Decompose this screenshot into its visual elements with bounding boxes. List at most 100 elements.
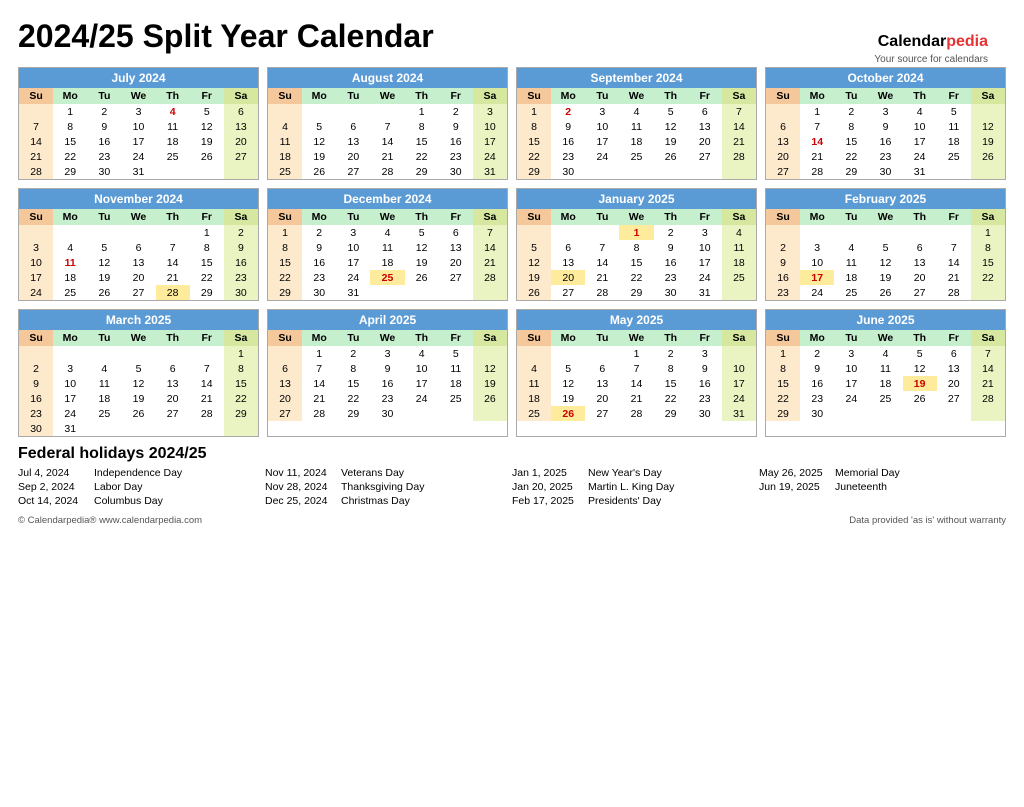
day-cell: 13 [688, 119, 722, 134]
day-cell: 13 [156, 376, 190, 391]
day-cell: 18 [937, 134, 971, 149]
day-header: Th [405, 209, 439, 225]
day-cell: 11 [53, 255, 87, 270]
day-cell [268, 104, 302, 119]
day-cell: 27 [224, 149, 258, 164]
day-cell: 16 [439, 134, 473, 149]
day-header: Tu [834, 88, 868, 104]
day-cell: 21 [585, 270, 619, 285]
month-header: December 2024 [268, 189, 507, 209]
day-cell: 17 [585, 134, 619, 149]
day-cell: 20 [937, 376, 971, 391]
day-cell: 14 [19, 134, 53, 149]
day-cell: 25 [722, 270, 756, 285]
day-cell [19, 104, 53, 119]
day-cell: 8 [766, 361, 800, 376]
day-header: Su [268, 88, 302, 104]
day-cell: 13 [766, 134, 800, 149]
day-cell: 21 [19, 149, 53, 164]
day-cell: 12 [121, 376, 155, 391]
day-cell: 18 [517, 391, 551, 406]
day-cell: 12 [87, 255, 121, 270]
holiday-row: Jan 20, 2025Martin L. King Day [512, 481, 759, 493]
day-cell: 24 [800, 285, 834, 300]
day-header: Fr [190, 88, 224, 104]
month-header: January 2025 [517, 189, 756, 209]
day-cell: 6 [937, 346, 971, 361]
week-row: 12 [19, 225, 258, 240]
day-cell: 23 [302, 270, 336, 285]
day-cell [370, 104, 404, 119]
day-cell: 22 [53, 149, 87, 164]
week-row: 891011121314 [517, 119, 756, 134]
week-row: 15161718192021 [766, 376, 1005, 391]
day-cell: 9 [439, 119, 473, 134]
day-cell [439, 406, 473, 421]
day-cell: 1 [517, 104, 551, 119]
holiday-date: Jun 19, 2025 [759, 481, 829, 493]
day-cell [190, 164, 224, 179]
day-cell: 22 [336, 391, 370, 406]
day-cell: 22 [517, 149, 551, 164]
day-cell: 10 [336, 240, 370, 255]
calendar-july-2024: July 2024SuMoTuWeThFrSa12345678910111213… [18, 67, 259, 180]
day-cell: 15 [405, 134, 439, 149]
day-cell: 30 [439, 164, 473, 179]
day-cell: 2 [87, 104, 121, 119]
day-header: Mo [302, 88, 336, 104]
week-row: 24252627282930 [19, 285, 258, 300]
day-cell: 17 [473, 134, 507, 149]
day-cell [903, 225, 937, 240]
day-cell: 13 [224, 119, 258, 134]
day-cell: 16 [654, 255, 688, 270]
day-cell: 4 [619, 104, 653, 119]
day-cell [619, 164, 653, 179]
day-cell: 27 [585, 406, 619, 421]
day-header: We [121, 330, 155, 346]
day-cell: 26 [551, 406, 585, 421]
day-cell: 18 [53, 270, 87, 285]
day-cell: 16 [766, 270, 800, 285]
day-cell [766, 225, 800, 240]
day-cell: 31 [903, 164, 937, 179]
day-cell [268, 346, 302, 361]
day-header: Tu [87, 209, 121, 225]
day-header: Fr [190, 330, 224, 346]
day-cell: 11 [370, 240, 404, 255]
day-cell: 17 [405, 376, 439, 391]
day-header: Sa [971, 209, 1005, 225]
day-cell: 2 [766, 240, 800, 255]
day-cell: 14 [190, 376, 224, 391]
week-row: 1 [19, 346, 258, 361]
day-cell: 22 [190, 270, 224, 285]
day-cell: 29 [268, 285, 302, 300]
month-header: February 2025 [766, 189, 1005, 209]
day-header: Fr [688, 88, 722, 104]
day-cell: 21 [473, 255, 507, 270]
week-row: 16171819202122 [19, 391, 258, 406]
week-row: 1234567 [268, 225, 507, 240]
day-header: Th [654, 209, 688, 225]
day-cell: 7 [370, 119, 404, 134]
holiday-column: May 26, 2025Memorial DayJun 19, 2025June… [759, 467, 1006, 509]
day-cell: 7 [156, 240, 190, 255]
day-cell: 31 [688, 285, 722, 300]
month-table: SuMoTuWeThFrSa12345678910111213141516171… [19, 209, 258, 300]
day-cell: 2 [654, 346, 688, 361]
day-cell: 3 [688, 346, 722, 361]
day-cell: 14 [722, 119, 756, 134]
day-cell: 5 [302, 119, 336, 134]
day-cell: 9 [370, 361, 404, 376]
day-cell: 2 [551, 104, 585, 119]
day-cell: 7 [190, 361, 224, 376]
day-header: Sa [224, 209, 258, 225]
day-header: Tu [585, 209, 619, 225]
day-cell: 25 [156, 149, 190, 164]
day-cell: 3 [585, 104, 619, 119]
day-cell: 26 [87, 285, 121, 300]
day-cell: 5 [868, 240, 902, 255]
day-header: Fr [439, 330, 473, 346]
day-cell [868, 225, 902, 240]
holiday-name: Presidents' Day [588, 495, 661, 507]
day-header: Su [268, 330, 302, 346]
